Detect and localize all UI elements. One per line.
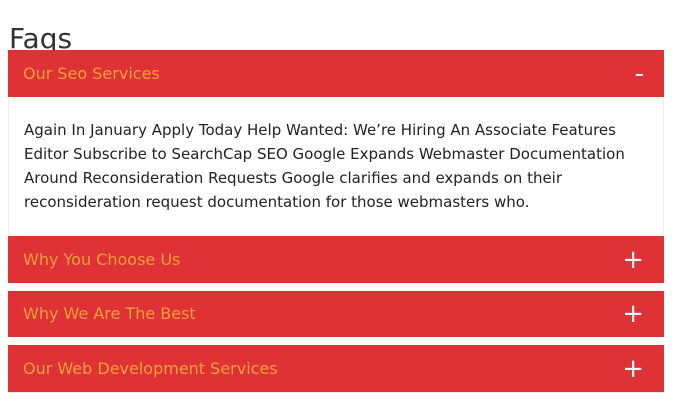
faq-header-label: Why We Are The Best bbox=[23, 304, 196, 323]
faq-header-why-choose-us[interactable]: Why You Choose Us + bbox=[8, 236, 664, 283]
plus-icon[interactable]: + bbox=[622, 247, 644, 273]
faq-panel-seo-services: Again In January Apply Today Help Wanted… bbox=[8, 97, 664, 236]
faq-header-why-we-are-best[interactable]: Why We Are The Best + bbox=[8, 291, 664, 337]
faq-header-seo-services[interactable]: Our Seo Services - bbox=[8, 50, 664, 97]
accordion-bottom-divider bbox=[8, 392, 664, 393]
faq-header-label: Our Seo Services bbox=[23, 63, 160, 83]
faq-answer-text: Again In January Apply Today Help Wanted… bbox=[24, 121, 625, 211]
plus-icon[interactable]: + bbox=[622, 301, 644, 327]
faq-header-web-development[interactable]: Our Web Development Services + bbox=[8, 345, 664, 392]
faq-header-label: Why You Choose Us bbox=[23, 249, 181, 269]
plus-icon[interactable]: + bbox=[622, 356, 644, 382]
faq-header-label: Our Web Development Services bbox=[23, 358, 278, 378]
minus-icon[interactable]: - bbox=[635, 61, 644, 87]
